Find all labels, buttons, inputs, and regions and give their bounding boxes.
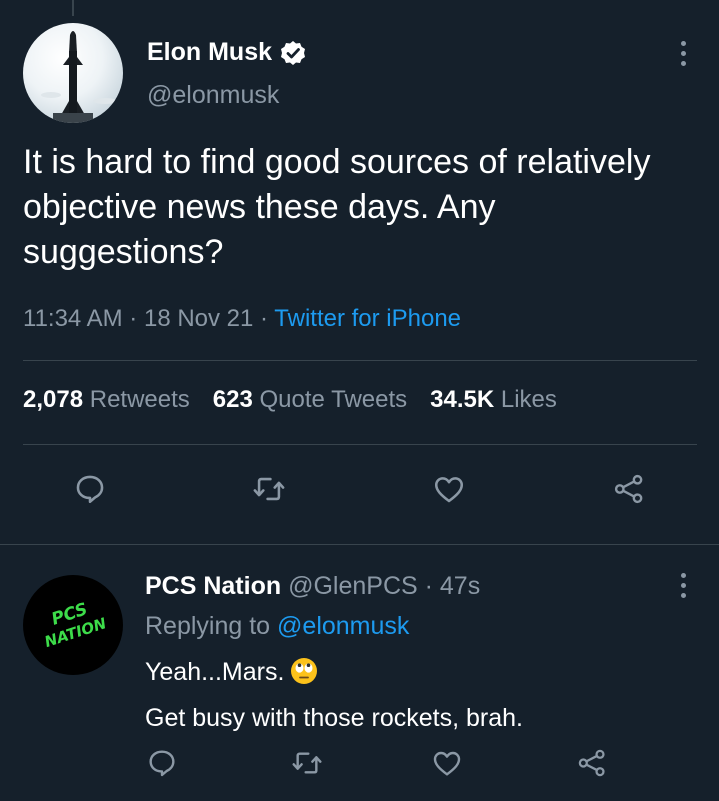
replying-to: Replying to @elonmusk: [145, 612, 409, 641]
meta-separator: ·: [129, 305, 138, 332]
divider: [23, 444, 697, 445]
replying-to-mention[interactable]: @elonmusk: [277, 612, 409, 640]
retweet-button[interactable]: [247, 467, 291, 511]
tweet-meta: 11:34 AM · 18 Nov 21 · Twitter for iPhon…: [23, 305, 461, 333]
more-options-icon[interactable]: [673, 36, 693, 70]
rolling-eyes-emoji-icon: [290, 657, 318, 698]
like-icon: [434, 477, 464, 503]
like-icon: [433, 751, 461, 776]
quotes-count: 623: [212, 386, 253, 413]
likes-label: Likes: [500, 386, 557, 413]
tweet-time[interactable]: 11:34 AM: [23, 305, 123, 332]
likes-count: 34.5K: [430, 386, 495, 413]
reply-more-options-icon[interactable]: [673, 568, 693, 602]
meta-separator: ·: [424, 572, 433, 600]
thread-connector-line: [72, 0, 74, 16]
retweet-icon: [292, 752, 322, 774]
reply-reply-button[interactable]: [140, 741, 184, 785]
like-button[interactable]: [427, 467, 471, 511]
author-handle[interactable]: @elonmusk: [147, 81, 279, 110]
quotes-label: Quote Tweets: [259, 386, 408, 413]
author-name-text[interactable]: Elon Musk: [147, 38, 272, 67]
retweet-icon: [253, 477, 285, 501]
retweets-count: 2,078: [23, 386, 84, 413]
starship-avatar-image: [41, 31, 117, 123]
reply-text-line2: Get busy with those rockets, brah.: [145, 704, 523, 732]
share-icon: [578, 749, 605, 777]
reply-header: PCS Nation @GlenPCS · 47s: [145, 572, 480, 601]
likes-stat[interactable]: 34.5K Likes: [430, 386, 557, 414]
reply-text: Yeah...Mars. Get busy with those rockets…: [145, 652, 523, 739]
share-button[interactable]: [607, 467, 651, 511]
tweet-stats: 2,078 Retweets 623 Quote Tweets 34.5K Li…: [23, 386, 557, 414]
reply-retweet-button[interactable]: [285, 741, 329, 785]
quote-tweets-stat[interactable]: 623 Quote Tweets: [213, 386, 407, 414]
pcs-nation-logo: PCS NATION: [42, 599, 109, 651]
reply-time[interactable]: 47s: [440, 572, 480, 600]
reply-author-avatar[interactable]: PCS NATION: [23, 575, 123, 675]
reply-icon: [76, 475, 104, 504]
reply-author-handle[interactable]: @GlenPCS: [288, 572, 418, 600]
reply-author-name[interactable]: PCS Nation: [145, 572, 281, 600]
reply-like-button[interactable]: [425, 741, 469, 785]
retweets-label: Retweets: [89, 386, 190, 413]
retweets-stat[interactable]: 2,078 Retweets: [23, 386, 190, 414]
divider: [23, 360, 697, 361]
tweet-date[interactable]: 18 Nov 21: [144, 305, 253, 332]
tweet-source-link[interactable]: Twitter for iPhone: [274, 305, 461, 332]
verified-badge-icon: [280, 40, 306, 66]
replying-to-label: Replying to: [145, 612, 271, 640]
reply-icon: [149, 750, 175, 777]
reply-text-line1: Yeah...Mars.: [145, 658, 285, 686]
tweet-text: It is hard to find good sources of relat…: [23, 143, 651, 271]
share-icon: [614, 474, 643, 504]
author-avatar[interactable]: [23, 23, 123, 123]
meta-separator: ·: [260, 305, 269, 332]
section-divider: [0, 544, 719, 545]
author-name[interactable]: Elon Musk: [147, 38, 306, 67]
reply-button[interactable]: [68, 467, 112, 511]
reply-share-button[interactable]: [570, 741, 614, 785]
